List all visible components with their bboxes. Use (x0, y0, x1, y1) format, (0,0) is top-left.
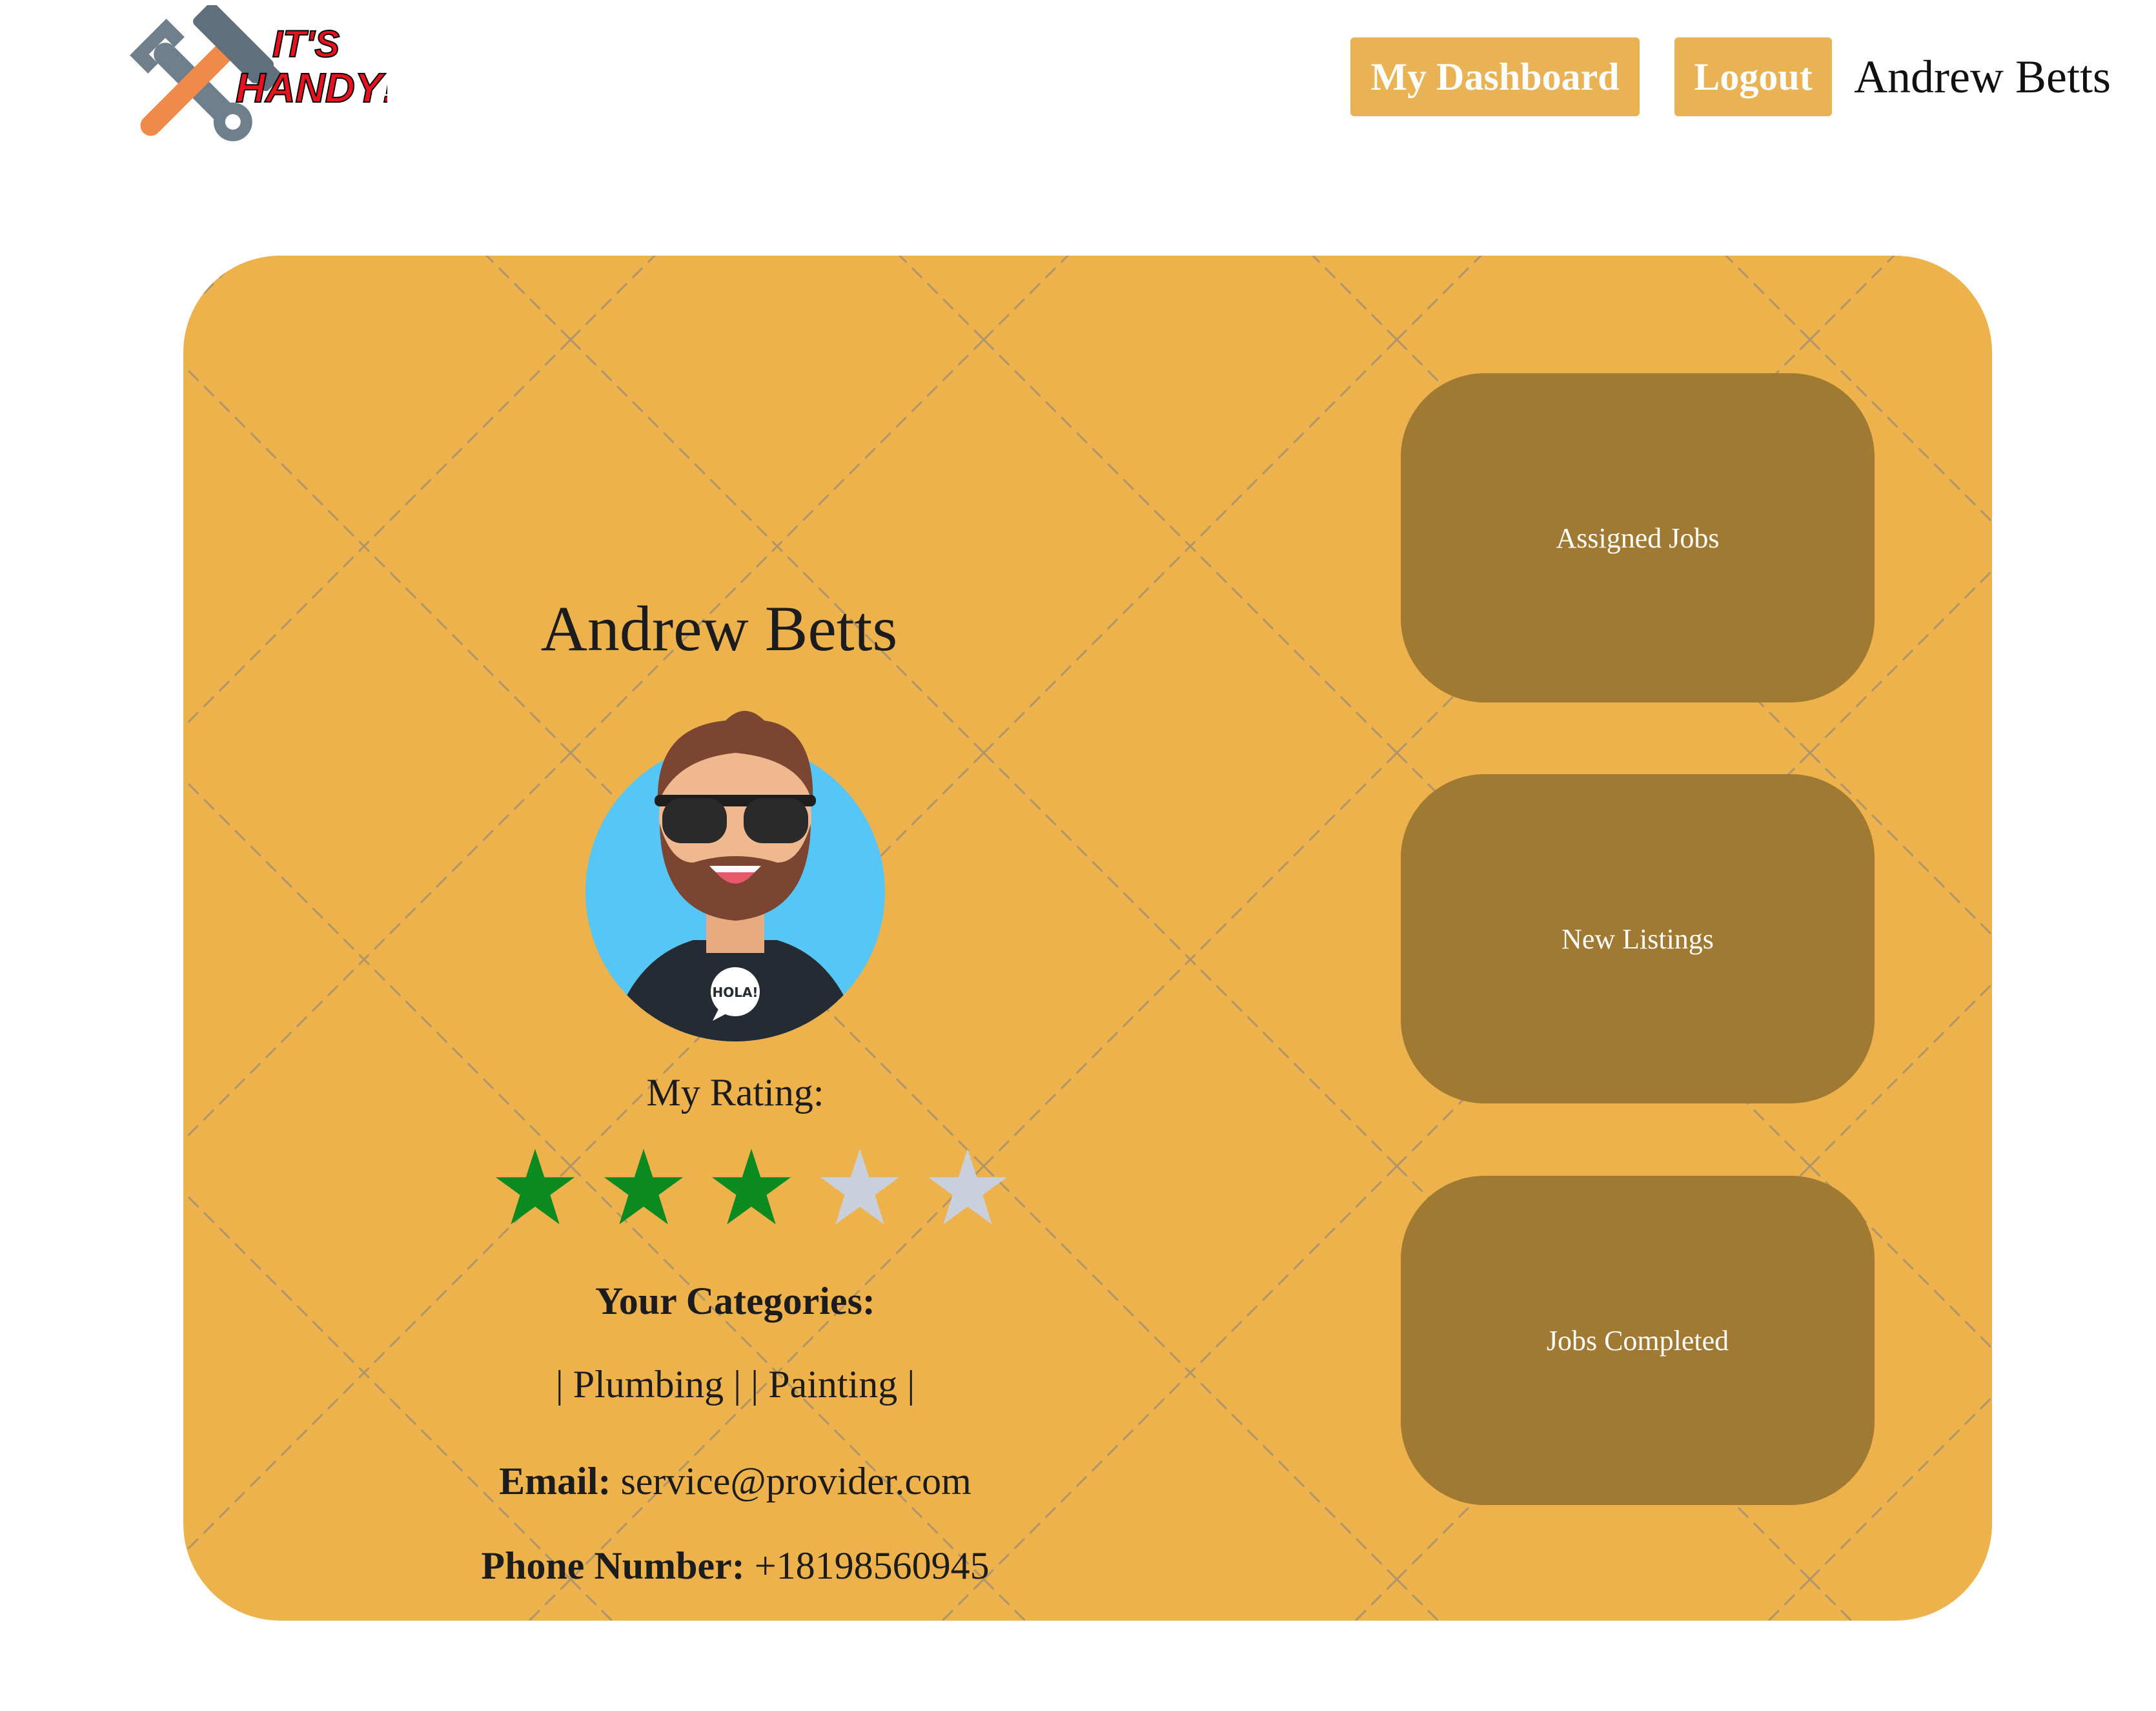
email-line: Email: service@provider.com (396, 1459, 1074, 1504)
star-rating (493, 1145, 1010, 1236)
phone-label: Phone Number: (481, 1544, 745, 1587)
logout-button[interactable]: Logout (1674, 37, 1833, 116)
bearded-man-sunglasses-avatar: HOLA! (585, 711, 885, 1041)
assigned-jobs-tile[interactable]: Assigned Jobs (1401, 373, 1875, 702)
jobs-completed-tile[interactable]: Jobs Completed (1401, 1176, 1875, 1505)
categories-title: Your Categories: (595, 1280, 875, 1322)
avatar: HOLA! (584, 701, 887, 1043)
my-dashboard-button[interactable]: My Dashboard (1350, 37, 1640, 116)
its-handy-logo[interactable]: IT'S HANDY! (103, 5, 387, 154)
star-empty-icon (926, 1145, 1010, 1229)
profile-section: Andrew Betts HOLA! My Rating: Your Categ… (396, 256, 1429, 1621)
email-value: service@provider.com (620, 1460, 971, 1502)
logo-text-line2: HANDY! (236, 65, 387, 111)
star-filled-icon (493, 1145, 577, 1229)
star-empty-icon (818, 1145, 902, 1229)
avatar-badge-text: HOLA! (712, 985, 758, 1000)
categories-list: | Plumbing | | Painting | (555, 1363, 915, 1406)
nav-user-name: Andrew Betts (1854, 50, 2111, 103)
star-filled-icon (602, 1145, 686, 1229)
top-nav: My Dashboard Logout Andrew Betts (1350, 37, 2111, 116)
profile-card: Andrew Betts HOLA! My Rating: Your Categ… (183, 256, 1992, 1621)
new-listings-tile[interactable]: New Listings (1401, 774, 1875, 1103)
rating-label: My Rating: (646, 1071, 824, 1114)
hammer-wrench-icon: IT'S HANDY! (130, 5, 387, 141)
logo-text-line1: IT'S (272, 23, 340, 65)
email-label: Email: (499, 1460, 611, 1502)
phone-value: +18198560945 (754, 1544, 990, 1587)
page: IT'S HANDY! My Dashboard Logout Andrew B… (0, 0, 2156, 1711)
profile-name: Andrew Betts (540, 593, 898, 664)
star-filled-icon (709, 1145, 793, 1229)
phone-line: Phone Number: +18198560945 (396, 1544, 1074, 1588)
